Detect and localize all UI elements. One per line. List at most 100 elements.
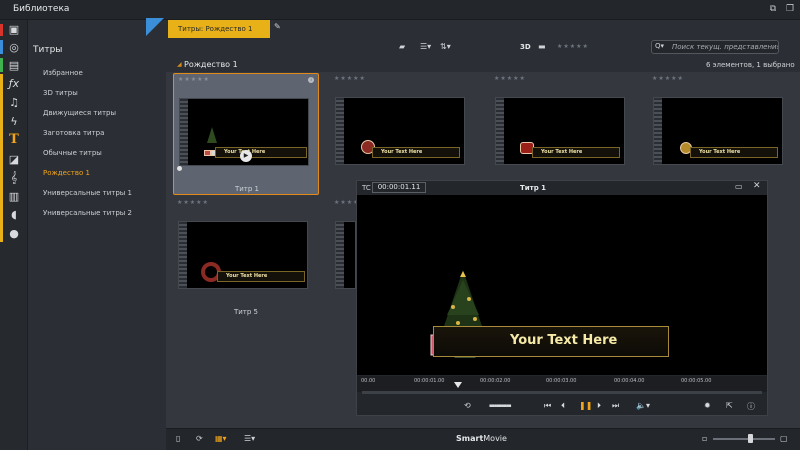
card-thumbnail: Your Text Here [178,221,308,289]
film-strip-icon[interactable]: ▥ [6,189,22,205]
play-icon[interactable]: ▶ [240,150,252,162]
card-rating[interactable]: ★★★★★ [652,75,684,82]
item-count: 6 элементов, 1 выбрано [706,61,795,69]
card-rating[interactable]: ★★★★★ [334,199,356,206]
smartmovie-button[interactable]: SmartMovie [456,434,507,443]
tick-label: 00:00:02.00 [480,378,511,384]
edit-pin-icon[interactable]: ✎ [274,22,281,31]
settings-gear-icon[interactable]: ✹ [704,401,711,410]
sort-icon[interactable]: ⇅▾ [440,42,451,51]
timecode-field[interactable]: 00:00:01.11 [372,182,426,193]
zoom-slider[interactable] [713,438,775,440]
collapse-arrow-icon[interactable]: ◢ [177,61,182,68]
pause-icon[interactable]: ❚❚ [579,401,592,410]
nav-item-universal-titles-2[interactable]: Универсальные титры 2 [43,209,132,217]
tick-label: 00.00 [361,378,376,384]
refresh-icon[interactable]: ⟳ [196,434,203,443]
card-label: Титр 5 [233,308,259,316]
card-thumbnail: Your Text Here [653,97,783,165]
stack-icon[interactable]: ▤ [6,58,22,74]
zoom-out-icon[interactable]: ▫ [702,434,707,443]
step-back-icon[interactable]: ⏴ [561,401,565,411]
tab-christmas-1[interactable]: Титры: Рождество 1 [168,20,270,38]
card-label: Титр 1 [234,185,260,193]
search-input[interactable] [672,41,778,53]
restore-window-icon[interactable]: ❐ [784,3,796,15]
brand-smart: Smart [456,434,484,443]
camera-reel-icon[interactable]: ▣ [6,22,22,38]
list-view-icon[interactable]: ☰▾ [420,42,431,51]
rating-filter[interactable]: ★★★★★ [557,43,589,50]
nav-item-3d-titles[interactable]: 3D титры [43,89,78,97]
scrub-handle[interactable] [177,166,182,171]
shuttle-control[interactable]: ▪▪▪▪▪▪▪▪▪ [489,403,511,409]
card-rating[interactable]: ★★★★★ [178,76,210,83]
filmstrip-edge [496,98,504,164]
nav-heading: Титры [33,45,63,55]
title-card-1[interactable]: ★★★★★ i Your Text Here ▶ Титр 1 [173,73,319,195]
info-icon[interactable]: i [308,77,314,83]
card-thumbnail: Your Text Here [335,97,465,165]
info-icon[interactable]: ⓘ [747,401,755,412]
nav-item-moving-titles[interactable]: Движущиеся титры [43,109,116,117]
library-icon[interactable]: ▯ [176,434,180,443]
playhead-handle[interactable] [454,382,463,388]
volume-icon[interactable]: 🔈▾ [636,401,650,410]
brand-movie: Movie [483,434,507,443]
title-card-6[interactable]: ★★★★★ [330,197,356,319]
export-icon[interactable]: ⇱ [726,401,733,410]
player-title: Титр 1 [520,184,547,192]
record-icon[interactable]: ● [6,226,22,242]
details-view-icon[interactable]: ☰▾ [244,434,255,443]
tick-label: 00:00:05.00 [681,378,712,384]
detach-window-icon[interactable]: ⧉ [767,3,779,15]
nav-item-universal-titles-1[interactable]: Универсальные титры 1 [43,189,132,197]
tick-label: 00:00:01.00 [414,378,445,384]
title-card-2[interactable]: ★★★★★ Your Text Here [330,73,476,195]
treble-clef-icon[interactable]: 𝄞 [6,170,22,186]
rail-color-strip-red [0,24,3,36]
audio-wave-icon[interactable]: ◖ [6,207,22,223]
title-card-4[interactable]: ★★★★★ Your Text Here [648,73,794,195]
filmstrip-edge [179,222,187,288]
zoom-slider-thumb[interactable] [748,434,754,443]
category-nav: Титры Избранное 3D титры Движущиеся титр… [28,20,166,450]
card-rating[interactable]: ★★★★★ [334,75,366,82]
folder-icon[interactable]: ▰ [399,42,405,51]
go-to-start-icon[interactable]: ⏮ [544,401,551,411]
scrub-track[interactable] [362,391,762,394]
title-banner-text[interactable]: Your Text Here [510,333,617,348]
tree-icon [207,127,217,143]
card-banner-text: Your Text Here [372,147,460,158]
card-rating[interactable]: ★★★★★ [494,75,526,82]
maximize-icon[interactable]: ▭ [735,182,743,191]
3d-filter-button[interactable]: 3D [520,43,531,51]
card-thumbnail: Your Text Here ▶ [179,98,309,166]
zoom-in-icon[interactable]: ▢ [780,434,788,443]
view-toggle-icon[interactable]: ▬ [538,42,546,51]
card-rating[interactable]: ★★★★★ [177,199,209,206]
transition-icon[interactable]: ◪ [6,152,22,168]
loop-icon[interactable]: ⟲ [464,401,471,410]
nav-item-title-template[interactable]: Заготовка титра [43,129,104,137]
close-icon[interactable]: ✕ [753,181,761,191]
music-note-icon[interactable]: ♫ [6,95,22,111]
gift-icon [204,150,211,156]
search-icon[interactable]: Q▾ [655,42,664,50]
rail-color-strip-blue [0,40,3,54]
title-card-3[interactable]: ★★★★★ Your Text Here [490,73,636,195]
go-to-end-icon[interactable]: ⏭ [612,401,619,411]
nav-item-favorites[interactable]: Избранное [43,69,83,77]
grid-view-icon[interactable]: ▦▾ [215,434,227,443]
nav-item-christmas-1[interactable]: Рождество 1 [43,169,90,177]
nav-item-standard-titles[interactable]: Обычные титры [43,149,102,157]
disc-icon[interactable]: ◎ [6,40,22,56]
rail-color-strip-green [0,58,3,72]
title-t-icon[interactable]: T [6,132,22,148]
lightning-icon[interactable]: ϟ [6,114,22,130]
fx-icon[interactable]: ƒx [6,76,22,92]
card-thumbnail: Your Text Here [495,97,625,165]
title-card-5[interactable]: ★★★★★ Your Text Here Титр 5 [173,197,319,319]
step-forward-icon[interactable]: ⏵ [597,401,601,411]
library-window: Библиотека ⧉ ❐ ▣ ◎ ▤ ƒx ♫ ϟ T ◪ 𝄞 ▥ ◖ ● … [0,0,800,450]
